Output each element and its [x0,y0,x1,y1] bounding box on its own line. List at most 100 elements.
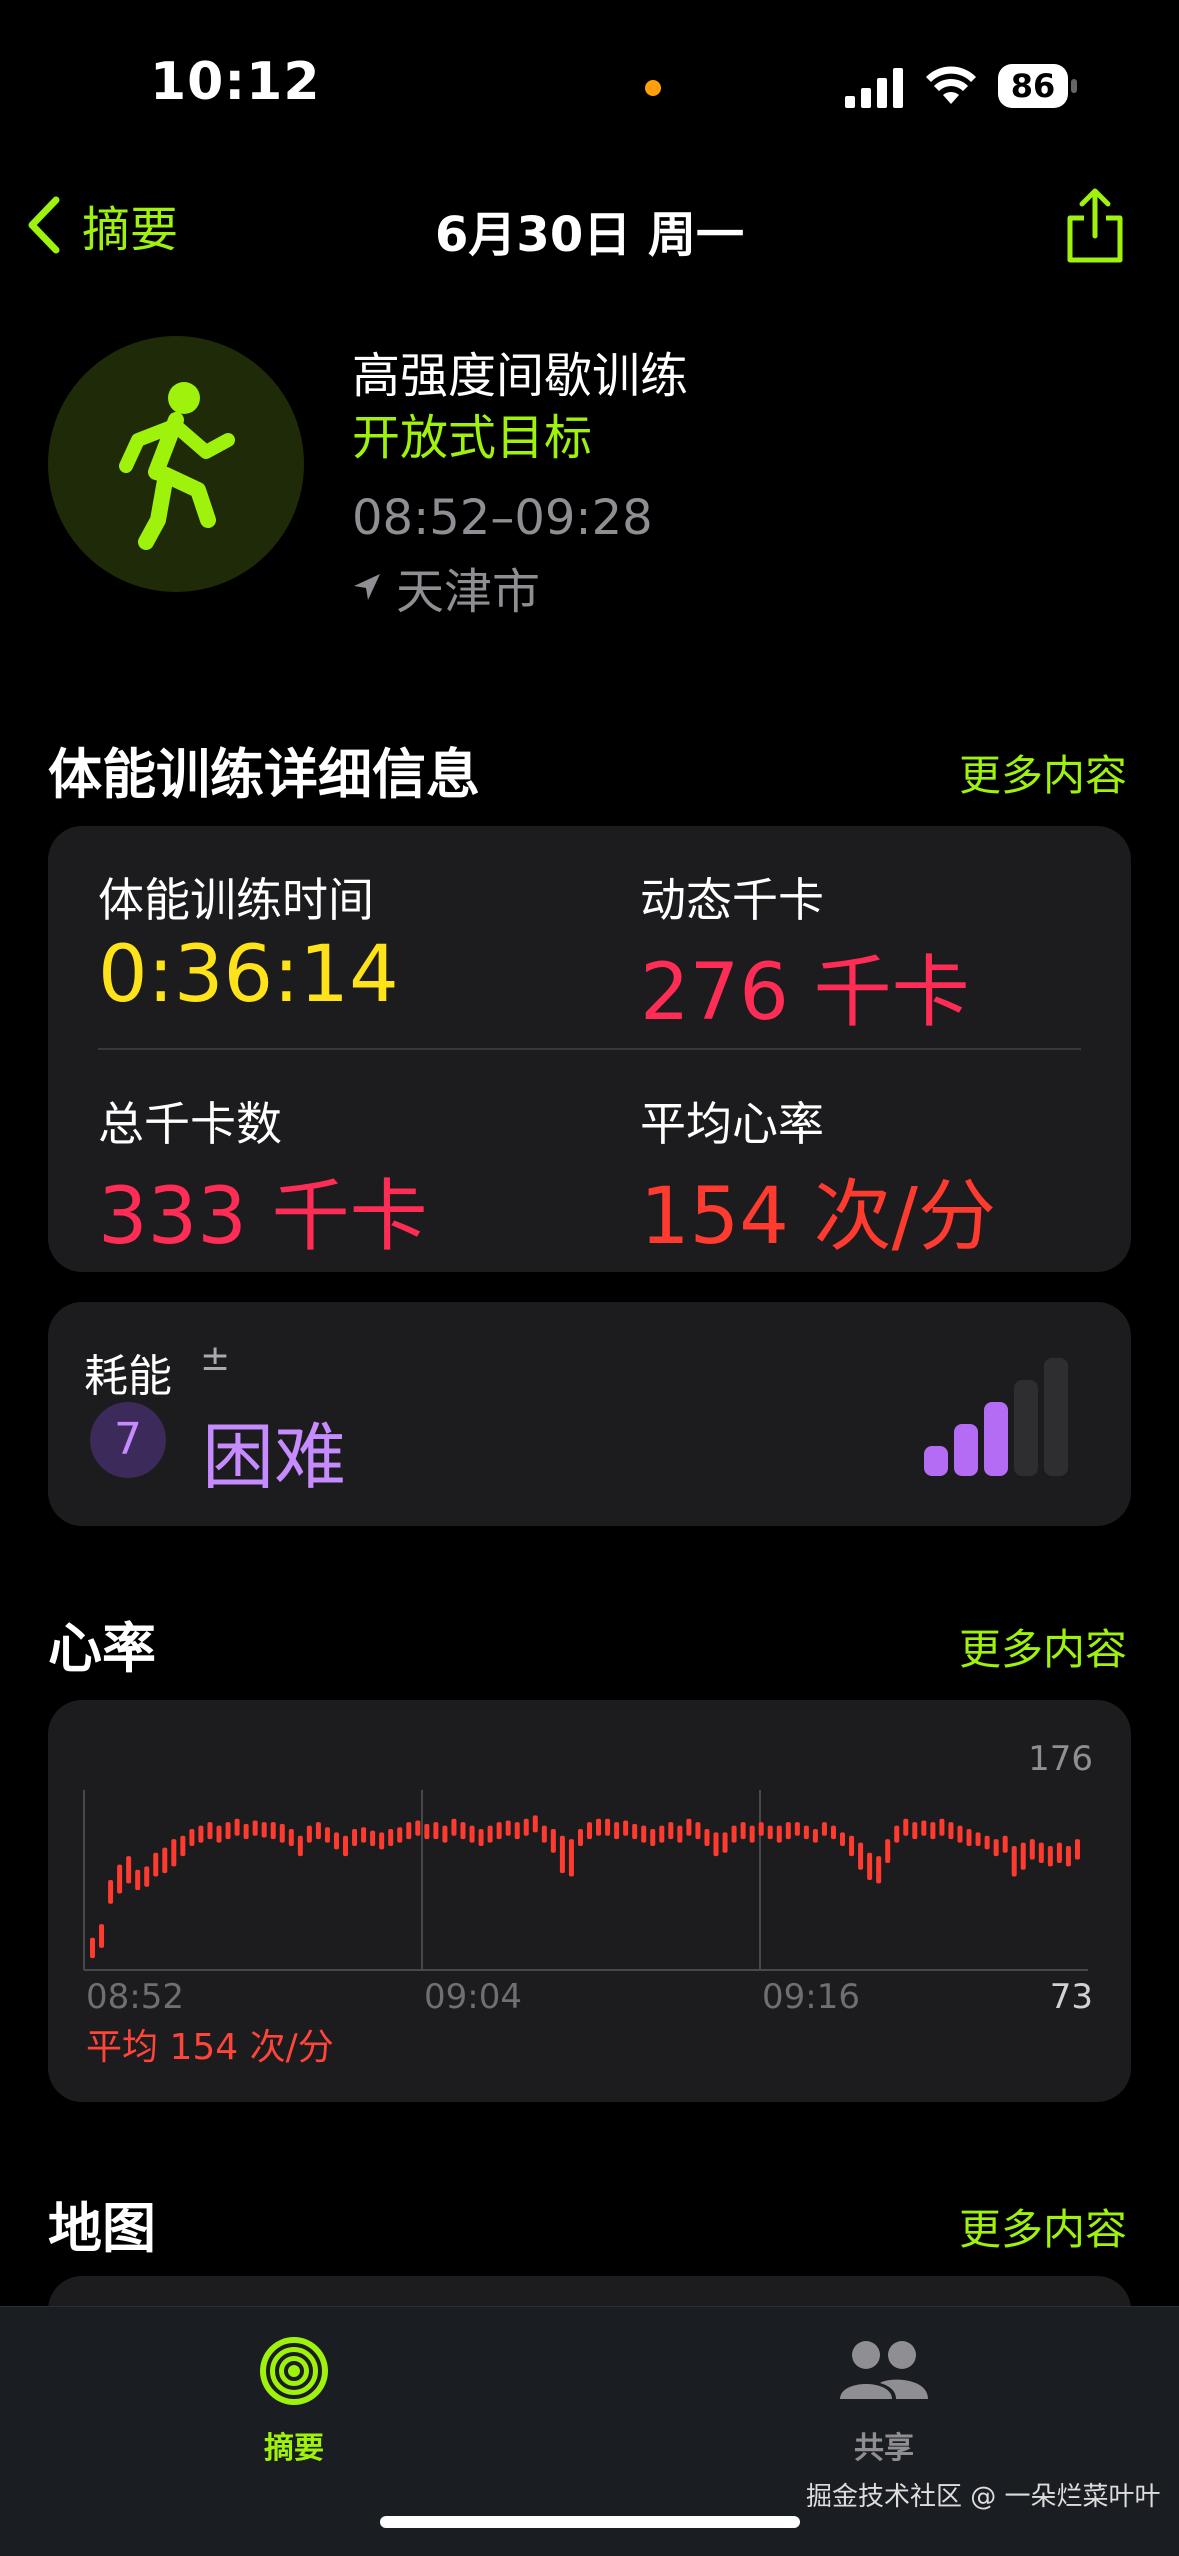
heart-rate-bar [903,1818,909,1836]
heart-rate-bar [1038,1842,1044,1863]
heart-rate-bar [180,1835,186,1857]
heart-rate-bar [171,1839,177,1867]
metric-value: 154 次/分 [640,1172,996,1262]
heart-rate-bar [297,1835,303,1857]
heart-rate-bar [153,1852,159,1877]
heart-rate-bar [577,1828,583,1846]
heart-rate-bar [442,1825,448,1843]
heart-rate-bar [252,1820,258,1836]
heart-rate-bar [487,1825,493,1843]
heart-rate-bar [243,1823,249,1840]
heart-rate-card[interactable]: 08:52 09:04 09:16 176 73 平均 154 次/分 [48,1700,1131,2102]
heart-rate-bar [686,1818,692,1836]
heart-rate-bar [587,1822,592,1840]
heart-rate-bar [451,1818,457,1836]
heart-rate-bar [288,1828,294,1846]
heart-rate-bar [90,1937,95,1959]
heart-rate-bar [641,1825,647,1843]
heart-rate-bar [225,1822,231,1840]
heart-rate-bar [785,1822,791,1840]
heart-rate-bar [541,1825,547,1843]
heart-rate-bar [352,1828,358,1846]
details-more-link[interactable]: 更多内容 [959,742,1127,803]
effort-adjust-icon[interactable]: ± [200,1338,230,1379]
heart-rate-bar [632,1823,638,1840]
metric-label: 动态千卡 [640,873,824,927]
heart-rate-bar [921,1820,927,1836]
heart-rate-bar [722,1832,728,1853]
chart-y-min-label: 73 [1050,1977,1093,2017]
heart-rate-bar [867,1852,873,1880]
status-time: 10:12 [150,52,321,112]
heart-rate-bar [614,1822,620,1840]
heart-rate-bar [189,1828,195,1846]
metric-active-calories: 动态千卡 276 千卡 [640,864,970,1042]
heart-rate-bar [379,1832,385,1850]
heart-rate-bar [234,1818,240,1836]
effort-card[interactable]: 耗能 ± 7 困难 [48,1302,1131,1526]
heart-rate-bar [605,1818,611,1836]
workout-type-icon [48,336,304,592]
heart-rate-bar [713,1832,719,1857]
heart-rate-bar [568,1839,574,1877]
heart-rate-bar [162,1847,168,1874]
heart-rate-bar [388,1828,394,1846]
effort-bars-icon [924,1358,1068,1476]
tab-summary[interactable]: 摘要 [144,2333,444,2467]
metric-label: 体能训练时间 [98,873,374,927]
heart-rate-bar [767,1825,773,1840]
divider [98,1048,1081,1050]
heart-rate-bar [514,1822,520,1840]
metric-total-calories: 总千卡数 333 千卡 [98,1088,428,1266]
heart-rate-bar [1002,1835,1008,1853]
heart-rate-bar [731,1825,737,1843]
heart-rate-bar [496,1822,502,1840]
effort-bar [1044,1358,1068,1476]
metric-value: 0:36:14 [98,930,399,1020]
wifi-icon [926,66,976,104]
heart-rate-bar [424,1823,430,1840]
heart-rate-bar [975,1832,981,1846]
heart-rate-bar [912,1822,918,1840]
metric-duration: 体能训练时间 0:36:14 [98,864,399,1020]
heart-rate-section-title: 心率 [48,1617,156,1680]
heart-rate-bar [668,1822,674,1840]
heart-rate-bar [966,1828,972,1846]
heart-rate-bar [812,1828,818,1843]
heart-rate-bar [270,1822,276,1840]
metric-average-heart-rate: 平均心率 154 次/分 [640,1088,996,1266]
effort-level-badge: 7 [90,1402,166,1478]
heart-rate-bar [677,1825,683,1843]
heart-rate-bar [1020,1842,1026,1870]
heart-rate-bar [821,1822,827,1836]
heart-rate-more-link[interactable]: 更多内容 [959,1616,1127,1677]
heart-rate-bar [830,1825,836,1840]
map-more-link[interactable]: 更多内容 [959,2196,1127,2257]
heart-rate-bar [397,1827,403,1843]
chart-x-tick-label: 09:16 [762,1977,860,2017]
heart-rate-bar [361,1827,367,1843]
home-indicator[interactable] [380,2516,800,2528]
heart-rate-bar [650,1828,656,1846]
activity-rings-icon [260,2337,328,2405]
heart-rate-bar [1074,1839,1080,1860]
heart-rate-bar [749,1825,755,1843]
metric-value: 276 千卡 [640,948,970,1038]
heart-rate-bar [993,1839,999,1857]
heart-rate-bar [279,1823,285,1843]
chart-x-tick-label: 09:04 [424,1977,522,2017]
effort-value: 困难 [202,1415,347,1499]
heart-rate-bar [460,1822,466,1840]
heart-rate-bar [315,1822,321,1840]
effort-bar [1014,1380,1038,1476]
heart-rate-bar [415,1820,421,1836]
details-card[interactable]: 体能训练时间 0:36:14 动态千卡 276 千卡 总千卡数 333 千卡 平… [48,826,1131,1272]
workout-location-label: 天津市 [396,564,541,620]
heart-rate-bar [596,1818,602,1836]
heart-rate-bar [505,1820,511,1836]
heart-rate-bar [198,1825,204,1843]
metric-label: 总千卡数 [98,1097,282,1151]
share-icon[interactable] [1060,186,1130,266]
effort-bar [984,1402,1008,1476]
tab-sharing[interactable]: 共享 [734,2333,1034,2467]
